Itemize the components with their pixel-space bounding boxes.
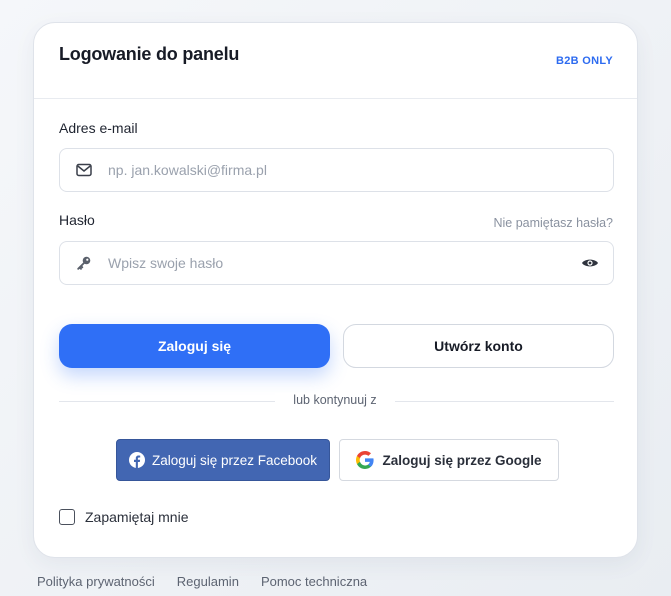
remember-me-checkbox[interactable] — [59, 509, 75, 525]
remember-me-label: Zapamiętaj mnie — [85, 509, 189, 525]
facebook-login-label: Zaloguj się przez Facebook — [151, 452, 318, 468]
support-link[interactable]: Pomoc techniczna — [261, 574, 367, 589]
eye-icon[interactable] — [567, 257, 613, 269]
password-input[interactable] — [108, 255, 567, 271]
password-field[interactable] — [59, 241, 614, 285]
create-account-button[interactable]: Utwórz konto — [343, 324, 614, 368]
divider-text: lub kontynuuj z — [275, 393, 395, 407]
google-icon — [356, 451, 375, 469]
login-card: Logowanie do panelu B2B ONLY Adres e-mai… — [33, 22, 638, 558]
login-button[interactable]: Zaloguj się — [59, 324, 330, 368]
privacy-policy-link[interactable]: Polityka prywatności — [37, 574, 155, 589]
footer-links: Polityka prywatności Regulamin Pomoc tec… — [37, 574, 367, 589]
email-input[interactable] — [108, 162, 613, 178]
card-header: Logowanie do panelu B2B ONLY — [34, 23, 637, 99]
google-login-button[interactable]: Zaloguj się przez Google — [339, 439, 559, 481]
google-login-label: Zaloguj się przez Google — [382, 452, 542, 468]
key-icon — [60, 255, 108, 271]
email-label: Adres e-mail — [59, 120, 138, 136]
page-title: Logowanie do panelu — [59, 44, 240, 64]
forgot-password-link[interactable]: Nie pamiętasz hasła? — [493, 216, 613, 230]
facebook-login-button[interactable]: Zaloguj się przez Facebook — [116, 439, 330, 481]
b2b-badge: B2B ONLY — [555, 55, 613, 67]
mail-icon — [60, 163, 108, 177]
terms-link[interactable]: Regulamin — [177, 574, 239, 589]
email-field[interactable] — [59, 148, 614, 192]
password-label: Hasło — [59, 212, 95, 228]
remember-me-toggle[interactable]: Zapamiętaj mnie — [59, 509, 189, 525]
facebook-icon — [128, 452, 145, 468]
